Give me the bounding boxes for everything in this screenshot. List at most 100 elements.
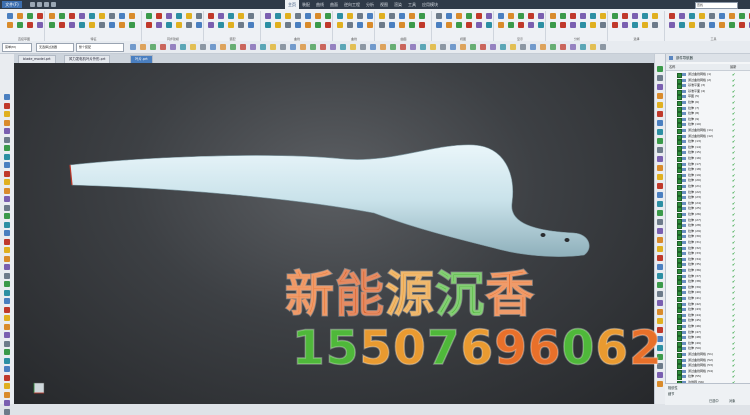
ribbon-tool-icon[interactable]	[508, 13, 514, 19]
menu-tab-5[interactable]: 分析	[363, 0, 377, 9]
ribbon-tool-icon[interactable]	[419, 22, 425, 28]
ribbon-tool-icon[interactable]	[186, 13, 192, 19]
curve-tool-icon[interactable]	[4, 230, 10, 236]
ribbon-tool-icon[interactable]	[367, 22, 373, 28]
tree-row[interactable]: 拉伸 (26) ✔	[666, 212, 750, 218]
ribbon-tool-icon[interactable]	[59, 22, 65, 28]
curve-tool-icon[interactable]	[4, 366, 10, 372]
tree-row[interactable]: 拉伸 (39) ✔	[666, 285, 750, 291]
ribbon-tool-icon[interactable]	[89, 13, 95, 19]
ribbon-tool-icon[interactable]	[166, 13, 172, 19]
ribbon-tool-icon[interactable]	[622, 22, 628, 28]
snap-tool-icon[interactable]	[150, 44, 156, 50]
ribbon-tool-icon[interactable]	[49, 22, 55, 28]
curve-tool-icon[interactable]	[4, 340, 10, 347]
snap-tool-icon[interactable]	[140, 44, 146, 50]
tree-row[interactable]: 拉伸 (6) ✔	[666, 100, 750, 106]
tree-row[interactable]: 拉伸 (22) ✔	[666, 190, 750, 196]
ribbon-tool-icon[interactable]	[679, 13, 685, 19]
menu-tab-0[interactable]: 主页	[285, 0, 299, 9]
ribbon-tool-icon[interactable]	[409, 13, 415, 19]
tree-row[interactable]: 拉伸 (19) ✔	[666, 173, 750, 179]
ribbon-tool-icon[interactable]	[295, 22, 301, 28]
ribbon-tool-icon[interactable]	[669, 13, 675, 19]
tree-row[interactable]: 拉伸 (31) ✔	[666, 240, 750, 246]
curve-tool-icon[interactable]	[4, 221, 10, 228]
curve-tool-icon[interactable]	[4, 391, 10, 398]
menu-tab-2[interactable]: 曲线	[313, 0, 327, 9]
resource-tool-icon[interactable]	[657, 282, 663, 288]
curve-tool-icon[interactable]	[4, 247, 10, 253]
tree-row[interactable]: 拉伸 (13) ✔	[666, 139, 750, 146]
ribbon-tool-icon[interactable]	[248, 22, 254, 28]
ribbon-tool-icon[interactable]	[538, 13, 544, 19]
snap-tool-icon[interactable]	[480, 44, 486, 50]
ribbon-tool-icon[interactable]	[719, 13, 725, 19]
ribbon-tool-icon[interactable]	[689, 13, 695, 19]
view-triad-icon[interactable]	[33, 382, 45, 394]
ribbon-tool-icon[interactable]	[498, 22, 504, 28]
curve-tool-icon[interactable]	[4, 323, 10, 330]
tree-row[interactable]: 拉伸 (28) ✔	[666, 223, 750, 230]
tree-row[interactable]: 拉伸 (49) ✔	[666, 341, 750, 347]
ribbon-tool-icon[interactable]	[99, 13, 105, 19]
ribbon-tool-icon[interactable]	[600, 22, 606, 28]
ribbon-tool-icon[interactable]	[669, 22, 675, 28]
ribbon-tool-icon[interactable]	[337, 13, 343, 19]
tree-row[interactable]: 拉伸 (55) ✔	[666, 374, 750, 381]
ribbon-tool-icon[interactable]	[315, 13, 321, 19]
ribbon-tool-icon[interactable]	[347, 13, 353, 19]
tree-row[interactable]: 通过曲线网格 (51) ✔	[666, 352, 750, 358]
resource-tool-icon[interactable]	[657, 183, 663, 189]
undo-icon[interactable]	[44, 2, 49, 7]
snap-tool-icon[interactable]	[530, 44, 536, 50]
ribbon-tool-icon[interactable]	[295, 13, 301, 19]
resource-tool-icon[interactable]	[657, 111, 663, 117]
ribbon-tool-icon[interactable]	[632, 13, 638, 19]
curve-tool-icon[interactable]	[4, 349, 10, 355]
ribbon-tool-icon[interactable]	[580, 13, 586, 19]
tree-row[interactable]: 拉伸 (21) ✔	[666, 184, 750, 190]
resource-tool-icon[interactable]	[657, 309, 663, 315]
resource-tool-icon[interactable]	[657, 165, 663, 171]
resource-tool-icon[interactable]	[657, 273, 663, 279]
tree-row[interactable]: 拉伸 (7) ✔	[666, 106, 750, 112]
curve-tool-icon[interactable]	[4, 179, 10, 185]
ribbon-tool-icon[interactable]	[538, 22, 544, 28]
snap-tool-icon[interactable]	[440, 44, 446, 50]
snap-tool-icon[interactable]	[580, 44, 586, 50]
ribbon-tool-icon[interactable]	[129, 22, 135, 28]
ribbon-tool-icon[interactable]	[196, 13, 202, 19]
resource-tool-icon[interactable]	[657, 201, 663, 207]
tree-row[interactable]: 拉伸 (17) ✔	[666, 162, 750, 168]
ribbon-tool-icon[interactable]	[49, 13, 55, 19]
tree-row[interactable]: 拉伸 (44) ✔	[666, 313, 750, 319]
snap-tool-icon[interactable]	[270, 44, 276, 50]
ribbon-tool-icon[interactable]	[446, 13, 452, 19]
ribbon-tool-icon[interactable]	[357, 13, 363, 19]
tree-row[interactable]: 拉伸 (23) ✔	[666, 195, 750, 202]
resource-tool-icon[interactable]	[657, 66, 663, 72]
resource-tool-icon[interactable]	[657, 210, 663, 216]
ribbon-tool-icon[interactable]	[59, 13, 65, 19]
ribbon-tool-icon[interactable]	[642, 13, 648, 19]
ribbon-tool-icon[interactable]	[466, 22, 472, 28]
ribbon-tool-icon[interactable]	[498, 13, 504, 19]
ribbon-tool-icon[interactable]	[89, 22, 95, 28]
ribbon-tool-icon[interactable]	[632, 22, 638, 28]
snap-tool-icon[interactable]	[360, 44, 366, 50]
ribbon-tool-icon[interactable]	[129, 13, 135, 19]
ribbon-tool-icon[interactable]	[518, 13, 524, 19]
ribbon-tool-icon[interactable]	[456, 22, 462, 28]
snap-tool-icon[interactable]	[600, 44, 606, 50]
curve-tool-icon[interactable]	[4, 196, 10, 202]
tree-row[interactable]: 拉伸 (36) ✔	[666, 268, 750, 274]
ribbon-tool-icon[interactable]	[528, 22, 534, 28]
tree-row[interactable]: 拉伸 (25) ✔	[666, 206, 750, 213]
ribbon-tool-icon[interactable]	[550, 13, 556, 19]
curve-tool-icon[interactable]	[4, 213, 10, 219]
snap-tool-icon[interactable]	[320, 44, 326, 50]
curve-tool-icon[interactable]	[4, 136, 10, 143]
snap-tool-icon[interactable]	[170, 44, 176, 50]
ribbon-tool-icon[interactable]	[156, 13, 162, 19]
